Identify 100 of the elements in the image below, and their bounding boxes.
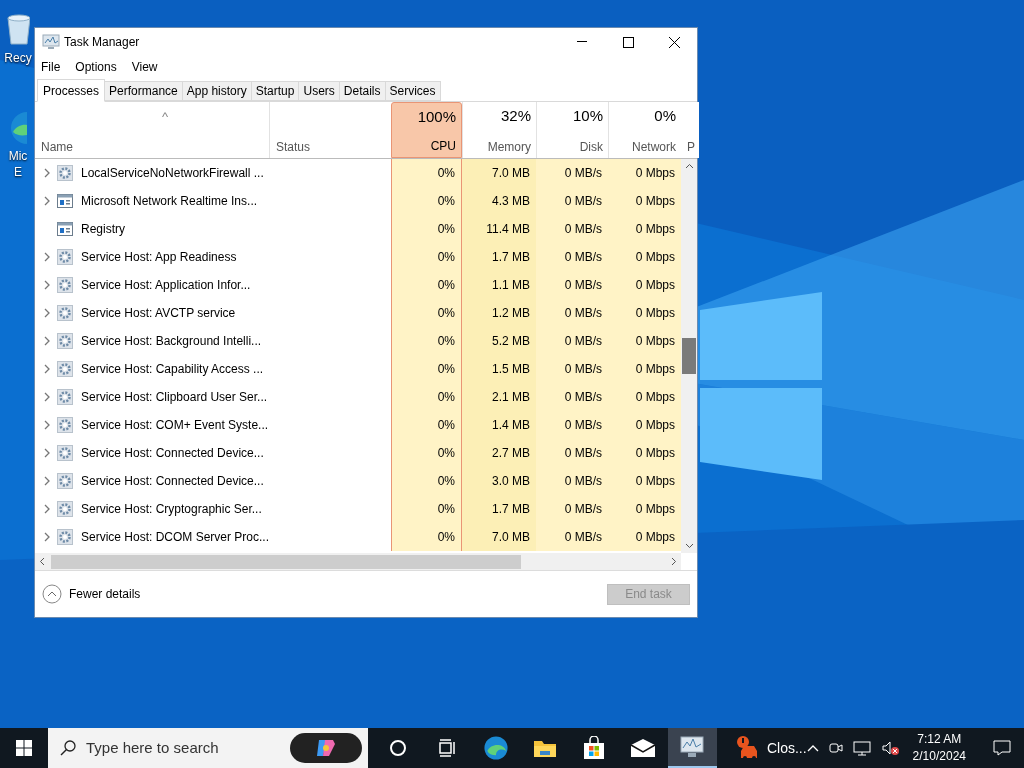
tab[interactable]: Performance bbox=[105, 81, 183, 101]
gear-icon bbox=[57, 529, 73, 545]
table-cell: 1.7 MB bbox=[462, 495, 536, 523]
expand-icon[interactable] bbox=[43, 420, 51, 430]
tab[interactable]: App history bbox=[182, 81, 252, 101]
expand-icon[interactable] bbox=[43, 196, 51, 206]
expand-icon[interactable] bbox=[43, 308, 51, 318]
column-label: CPU bbox=[430, 139, 456, 153]
column-label: Name bbox=[41, 140, 74, 154]
process-name: Service Host: Cryptographic Ser... bbox=[81, 501, 262, 518]
chevron-up-icon[interactable] bbox=[806, 744, 819, 752]
table-cell: 0% bbox=[391, 355, 462, 383]
table-cell: 11.4 MB bbox=[462, 215, 536, 243]
expand-icon[interactable] bbox=[43, 448, 51, 458]
table-cell: 0% bbox=[391, 411, 462, 439]
table-cell: 0 Mbps bbox=[608, 411, 681, 439]
column-label: Memory bbox=[487, 140, 531, 154]
expand-icon[interactable] bbox=[43, 252, 51, 262]
gear-icon bbox=[57, 305, 73, 321]
table-cell: 0% bbox=[391, 187, 462, 215]
process-name: Microsoft Network Realtime Ins... bbox=[81, 193, 258, 210]
window-icon bbox=[57, 222, 73, 236]
folder-icon bbox=[533, 738, 558, 758]
edge-icon[interactable] bbox=[9, 112, 27, 144]
speaker-muted-icon[interactable] bbox=[880, 740, 899, 756]
table-cell: 0% bbox=[391, 327, 462, 355]
copilot-button[interactable] bbox=[289, 733, 362, 763]
sort-arrow: ^ bbox=[161, 110, 169, 123]
table-cell: 0% bbox=[391, 439, 462, 467]
expand-icon[interactable] bbox=[43, 280, 51, 290]
tab[interactable]: Services bbox=[385, 81, 441, 101]
fewer-details-link[interactable]: Fewer details bbox=[69, 585, 141, 603]
scroll-up-icon[interactable] bbox=[684, 163, 694, 169]
expand-icon[interactable] bbox=[43, 392, 51, 402]
table-cell: 1.7 MB bbox=[462, 243, 536, 271]
expand-icon[interactable] bbox=[43, 168, 51, 178]
table-cell: 7.0 MB bbox=[462, 159, 536, 187]
expand-icon[interactable] bbox=[43, 476, 51, 486]
menu-item[interactable]: Options bbox=[75, 58, 117, 76]
column-percent: 32% bbox=[500, 107, 531, 125]
table-cell: 0 Mbps bbox=[608, 187, 681, 215]
monitor-chart-icon bbox=[42, 34, 60, 50]
table-cell: 0 Mbps bbox=[608, 271, 681, 299]
scroll-right-icon[interactable] bbox=[671, 557, 677, 566]
recycle-bin-icon[interactable] bbox=[6, 12, 30, 46]
scroll-left-icon[interactable] bbox=[39, 557, 45, 566]
taskbar-app[interactable] bbox=[667, 728, 717, 768]
table-cell: 2.1 MB bbox=[462, 383, 536, 411]
collapse-icon[interactable] bbox=[42, 584, 62, 604]
table-cell: 1.5 MB bbox=[462, 355, 536, 383]
table-cell: 0 MB/s bbox=[536, 467, 608, 495]
circle-icon bbox=[389, 739, 408, 757]
menu-item[interactable]: View bbox=[131, 58, 158, 76]
clock-time[interactable]: 7:12 AM bbox=[917, 731, 962, 748]
table-cell: 0% bbox=[391, 159, 462, 187]
table-cell: 0% bbox=[391, 271, 462, 299]
window-icon bbox=[57, 194, 73, 208]
tab[interactable]: Users bbox=[299, 81, 340, 101]
window-title: Task Manager bbox=[64, 34, 140, 51]
search-field[interactable]: Type here to search bbox=[86, 736, 276, 760]
table-cell: 0 Mbps bbox=[608, 523, 681, 551]
column-header[interactable]: 100% CPU bbox=[391, 102, 462, 158]
table-cell: 2.7 MB bbox=[462, 439, 536, 467]
process-name: Service Host: Background Intelli... bbox=[81, 333, 262, 350]
store-bag-icon bbox=[583, 736, 606, 760]
vertical-scrollbar[interactable] bbox=[681, 159, 697, 553]
search-bar[interactable]: Type here to search bbox=[48, 728, 368, 768]
clock-date[interactable]: 2/10/2024 bbox=[912, 748, 966, 765]
gear-icon bbox=[57, 165, 73, 181]
camera-icon[interactable] bbox=[828, 740, 843, 756]
tab[interactable]: Startup bbox=[251, 81, 300, 101]
process-name: Service Host: App Readiness bbox=[81, 249, 237, 266]
gear-icon bbox=[57, 501, 73, 517]
network-icon[interactable] bbox=[852, 740, 871, 756]
scroll-down-icon[interactable] bbox=[684, 543, 694, 549]
table-cell: 0 Mbps bbox=[608, 299, 681, 327]
tab[interactable]: Details bbox=[339, 81, 386, 101]
table-cell: 0 MB/s bbox=[536, 187, 608, 215]
minimize-icon bbox=[577, 41, 587, 43]
expand-icon[interactable] bbox=[43, 364, 51, 374]
edge-icon bbox=[483, 735, 510, 761]
expand-icon[interactable] bbox=[43, 504, 51, 514]
process-name: Service Host: Application Infor... bbox=[81, 277, 251, 294]
table-cell: 0 Mbps bbox=[608, 215, 681, 243]
scroll-thumb[interactable] bbox=[682, 338, 696, 374]
menu-item[interactable]: File bbox=[41, 58, 61, 76]
process-name: Service Host: COM+ Event Syste... bbox=[81, 417, 269, 434]
process-name: Service Host: Connected Device... bbox=[81, 445, 264, 462]
scroll-thumb[interactable] bbox=[51, 554, 521, 569]
expand-icon[interactable] bbox=[43, 336, 51, 346]
column-label: Status bbox=[276, 140, 312, 154]
horizontal-scrollbar[interactable] bbox=[35, 553, 681, 570]
windows-logo-icon bbox=[16, 740, 32, 756]
notification-app-label[interactable]: Clos... bbox=[766, 737, 807, 759]
table-cell: 0% bbox=[391, 243, 462, 271]
expand-icon[interactable] bbox=[43, 532, 51, 542]
tab[interactable]: Processes bbox=[37, 79, 106, 102]
table-cell: 0 Mbps bbox=[608, 495, 681, 523]
process-name: Service Host: DCOM Server Proc... bbox=[81, 529, 270, 546]
table-cell: 7.0 MB bbox=[462, 523, 536, 551]
